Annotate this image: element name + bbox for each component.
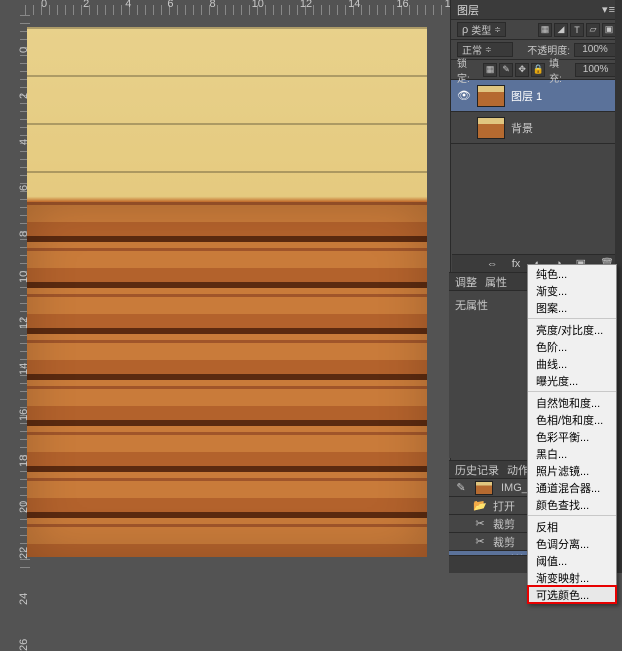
adjustments-tab[interactable]: 调整 — [455, 274, 477, 290]
canvas-image-pipes — [27, 202, 427, 557]
visibility-eye-icon[interactable]: 👁 — [457, 89, 471, 103]
adjustment-menu-item[interactable]: 曲线... — [528, 355, 616, 372]
layers-footer-icon[interactable]: ⇔ — [487, 258, 498, 270]
adjustment-menu-item[interactable]: 图案... — [528, 299, 616, 316]
adjustment-layer-menu: 纯色...渐变...图案... 亮度/对比度...色阶...曲线...曝光度...… — [527, 264, 617, 604]
history-doc-thumb — [475, 481, 493, 495]
layers-panel-header: 图层 ▾≡ — [451, 0, 622, 20]
lock-option[interactable]: ✥ — [515, 63, 529, 77]
lock-label: 锁定: — [457, 55, 479, 85]
menu-separator — [528, 318, 616, 319]
fill-label: 填充: — [549, 55, 571, 85]
layers-footer-icon[interactable]: fx — [512, 258, 521, 270]
adjustment-menu-item[interactable]: 色阶... — [528, 338, 616, 355]
layers-lock-row: 锁定: ▦✎✥🔒 填充: 100% — [451, 60, 622, 80]
adjustment-menu-item[interactable]: 通道混合器... — [528, 479, 616, 496]
layer-name-label[interactable]: 背景 — [511, 120, 533, 136]
history-step-label: 打开 — [493, 498, 515, 514]
layers-panel: 图层 ▾≡ ρ 类型 ≑ ▦◢T▱▣ 正常 ≑ 不透明度: 100% 锁定: ▦… — [451, 0, 622, 265]
lock-option[interactable]: ▦ — [483, 63, 497, 77]
history-step-label: 裁剪 — [493, 516, 515, 532]
history-step-label: 裁剪 — [493, 534, 515, 550]
adjustment-menu-item[interactable]: 曝光度... — [528, 372, 616, 389]
adjustment-menu-item[interactable]: 渐变映射... — [528, 569, 616, 586]
canvas[interactable] — [27, 27, 427, 557]
properties-body: 无属性 — [449, 291, 535, 319]
brush-icon: ✎ — [455, 481, 467, 494]
opacity-value[interactable]: 100% — [574, 43, 616, 57]
adjustment-menu-item[interactable]: 反相 — [528, 518, 616, 535]
filter-option[interactable]: T — [570, 23, 584, 37]
actions-tab[interactable]: 动作 — [507, 462, 529, 478]
adjustment-menu-item[interactable]: 色彩平衡... — [528, 428, 616, 445]
adjustment-menu-item[interactable]: 渐变... — [528, 282, 616, 299]
adjustment-menu-item[interactable]: 纯色... — [528, 265, 616, 282]
filter-option[interactable]: ▣ — [602, 23, 616, 37]
adjustment-menu-item[interactable]: 可选颜色... — [528, 586, 616, 603]
properties-panel-header: 调整 属性 — [449, 273, 535, 291]
history-step-icon: 📂 — [473, 499, 487, 512]
layer-name-label[interactable]: 图层 1 — [511, 88, 542, 104]
adjustment-menu-item[interactable]: 亮度/对比度... — [528, 321, 616, 338]
lock-option[interactable]: ✎ — [499, 63, 513, 77]
layer-list: 👁 图层 1 背景 — [451, 80, 622, 144]
adjustment-menu-item[interactable]: 黑白... — [528, 445, 616, 462]
panel-menu-icon[interactable]: ▾≡ — [602, 3, 616, 16]
layers-filter-row: ρ 类型 ≑ ▦◢T▱▣ — [451, 20, 622, 40]
adjustment-menu-item[interactable]: 色相/饱和度... — [528, 411, 616, 428]
layer-thumb[interactable] — [477, 117, 505, 139]
filter-kind-dropdown[interactable]: ρ 类型 ≑ — [457, 22, 506, 37]
layer-thumb[interactable] — [477, 85, 505, 107]
lock-option[interactable]: 🔒 — [531, 63, 545, 77]
properties-tab[interactable]: 属性 — [485, 274, 507, 290]
layer-row[interactable]: 背景 — [451, 112, 622, 144]
adjustment-menu-item[interactable]: 照片滤镜... — [528, 462, 616, 479]
adjustment-menu-item[interactable]: 自然饱和度... — [528, 394, 616, 411]
toolbar — [0, 0, 15, 573]
history-step-icon: ✂ — [473, 517, 487, 530]
layers-tab[interactable]: 图层 — [457, 2, 479, 18]
filter-option[interactable]: ▦ — [538, 23, 552, 37]
filter-option[interactable]: ▱ — [586, 23, 600, 37]
menu-separator — [528, 515, 616, 516]
adjustment-menu-item[interactable]: 颜色查找... — [528, 496, 616, 513]
history-tab[interactable]: 历史记录 — [455, 462, 499, 478]
history-step-icon: ✂ — [473, 535, 487, 548]
menu-separator — [528, 391, 616, 392]
fill-value[interactable]: 100% — [575, 63, 616, 77]
visibility-eye-icon[interactable] — [457, 121, 471, 135]
properties-panel: 调整 属性 无属性 — [449, 272, 535, 458]
history-doc-name: IMG_ — [501, 482, 528, 494]
adjustment-menu-item[interactable]: 色调分离... — [528, 535, 616, 552]
layer-row[interactable]: 👁 图层 1 — [451, 80, 622, 112]
adjustment-menu-item[interactable]: 阈值... — [528, 552, 616, 569]
filter-option[interactable]: ◢ — [554, 23, 568, 37]
